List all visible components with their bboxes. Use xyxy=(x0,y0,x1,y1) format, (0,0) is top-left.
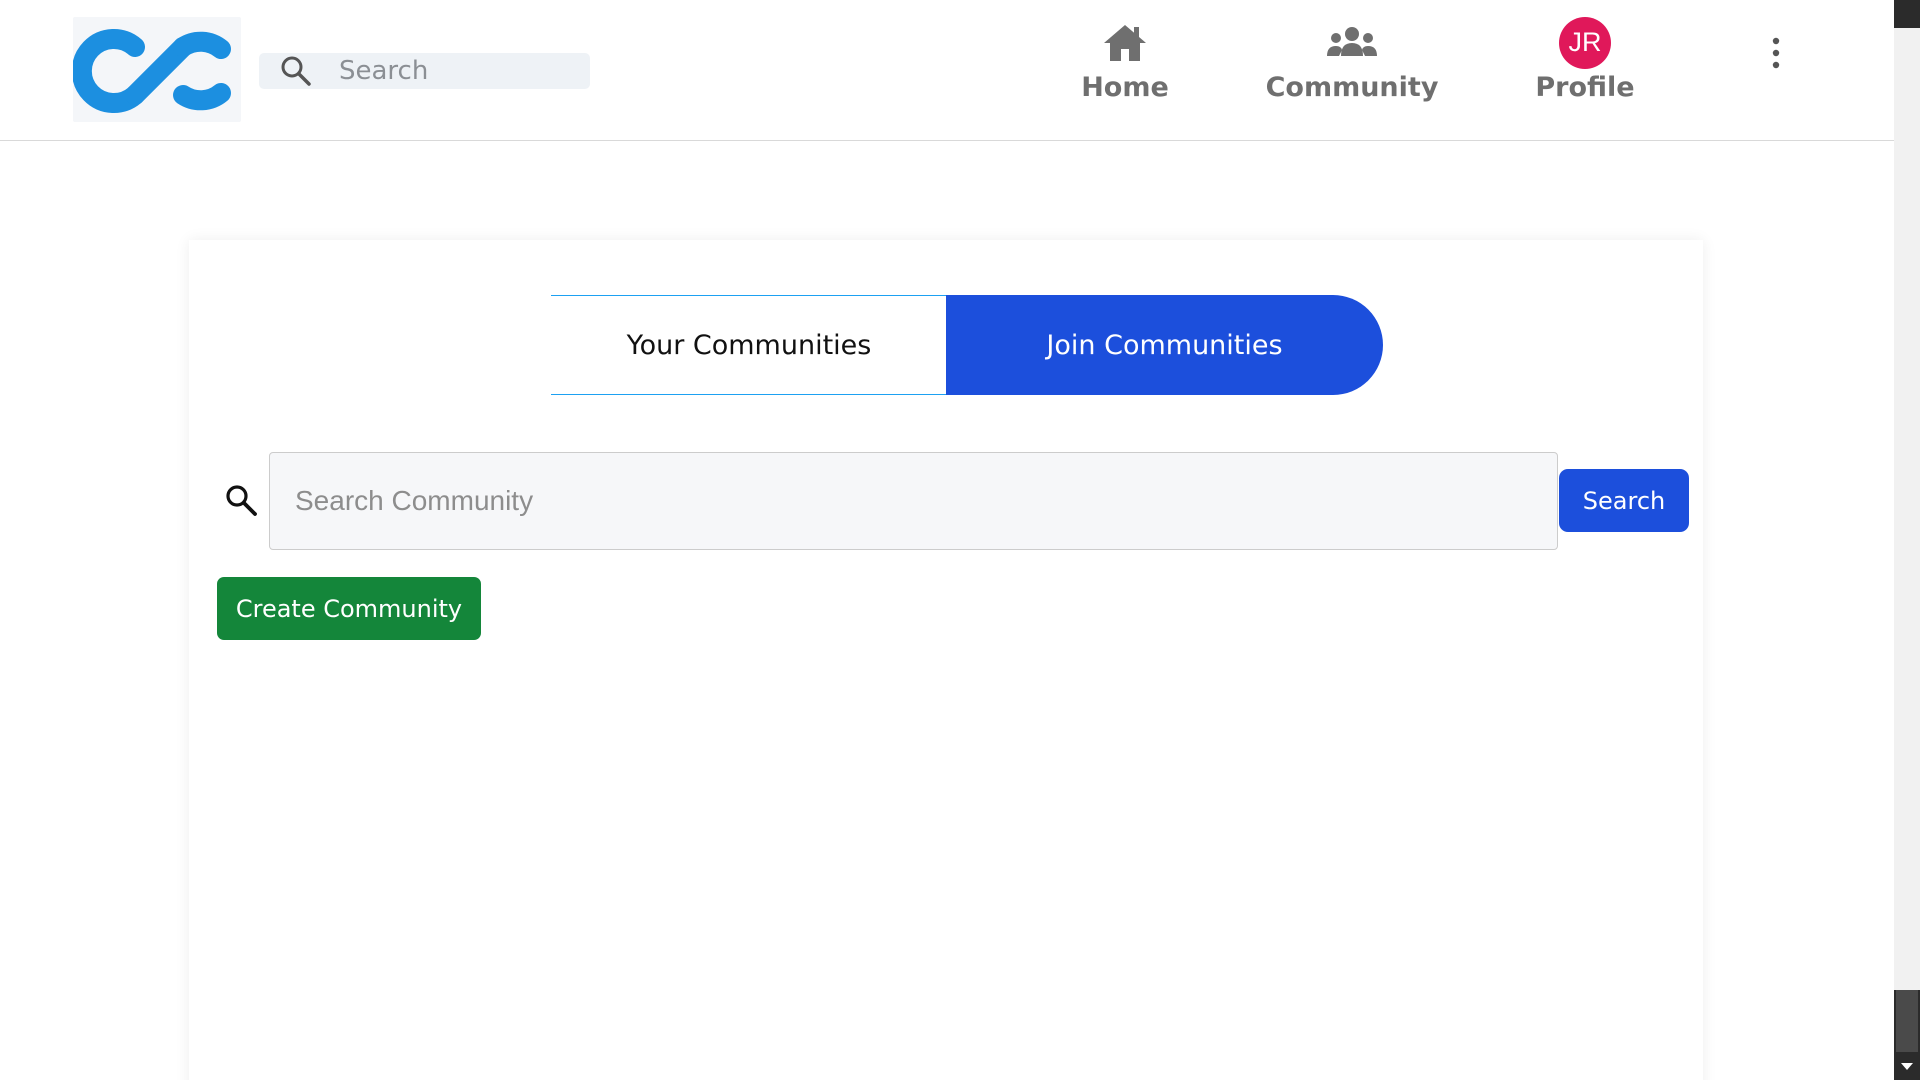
search-community-input[interactable] xyxy=(269,452,1558,550)
cc-logo-icon xyxy=(73,29,231,113)
top-navigation-bar: Home Community JR Profile xyxy=(0,0,1894,141)
search-button[interactable]: Search xyxy=(1559,469,1689,532)
search-icon xyxy=(281,56,311,86)
search-icon xyxy=(226,485,257,516)
communities-panel: Your Communities Join Communities Search… xyxy=(189,240,1703,1080)
app-logo[interactable] xyxy=(73,17,241,122)
community-search-row: Search xyxy=(224,452,1689,550)
avatar: JR xyxy=(1559,16,1611,69)
home-icon xyxy=(1104,25,1146,61)
nav-profile[interactable]: JR Profile xyxy=(1535,16,1635,110)
people-group-icon xyxy=(1327,27,1377,56)
scroll-up-arrow[interactable] xyxy=(1894,0,1920,28)
scroll-down-arrow[interactable] xyxy=(1894,1052,1920,1080)
nav-profile-label: Profile xyxy=(1535,72,1635,103)
nav-community[interactable]: Community xyxy=(1266,18,1438,110)
global-search xyxy=(259,53,590,89)
nav-community-label: Community xyxy=(1265,72,1439,103)
nav-home[interactable]: Home xyxy=(1080,18,1170,110)
tab-join-communities[interactable]: Join Communities xyxy=(946,295,1383,395)
scroll-thumb[interactable] xyxy=(1896,990,1918,1052)
vertical-ellipsis-icon[interactable] xyxy=(1762,36,1790,70)
create-community-button[interactable]: Create Community xyxy=(217,577,481,640)
community-tabs: Your Communities Join Communities xyxy=(551,295,1383,395)
chevron-down-icon xyxy=(1901,1063,1913,1070)
tab-your-communities[interactable]: Your Communities xyxy=(551,295,947,395)
nav-home-label: Home xyxy=(1081,72,1169,103)
global-search-input[interactable] xyxy=(339,53,579,89)
scroll-track[interactable] xyxy=(1894,28,1920,990)
page-scrollbar[interactable] xyxy=(1894,0,1920,1080)
